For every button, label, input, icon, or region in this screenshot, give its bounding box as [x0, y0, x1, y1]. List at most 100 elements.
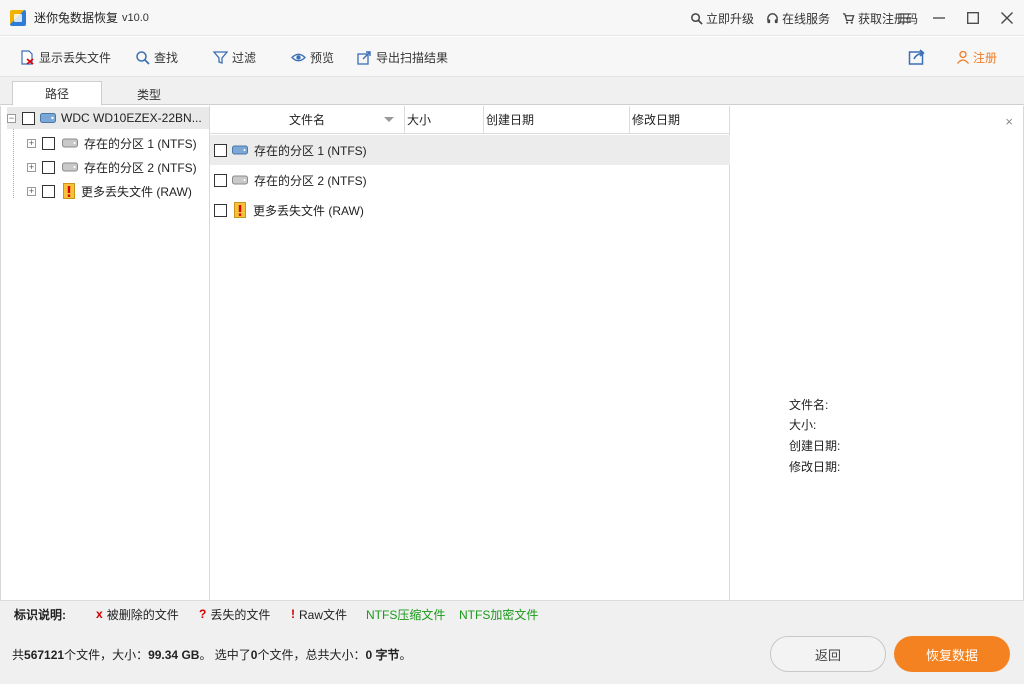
share-icon[interactable] [908, 48, 926, 66]
legend-raw-label: Raw文件 [299, 607, 348, 622]
column-header-size[interactable]: 大小 [405, 106, 484, 134]
legend-deleted-label: 被删除的文件 [106, 607, 179, 622]
eye-icon [291, 53, 306, 61]
hard-disk-icon [40, 113, 56, 123]
close-button[interactable] [990, 0, 1024, 36]
minimize-button[interactable] [922, 0, 956, 36]
title-links: 立即升级 在线服务 获取注册码 [690, 0, 918, 36]
export-icon [357, 50, 371, 65]
partition-icon [62, 162, 78, 172]
selected-size: 0 字节 [365, 648, 400, 662]
tree-item-label: 更多丢失文件 (RAW) [81, 184, 192, 199]
file-row-name: 存在的分区 2 (NTFS) [254, 173, 367, 188]
legend-ntfs-compressed: NTFS压缩文件 [366, 607, 446, 622]
collapse-icon[interactable]: − [7, 113, 16, 123]
file-row[interactable]: 存在的分区 1 (NTFS) [210, 135, 730, 165]
tree-item-checkbox[interactable] [42, 136, 55, 150]
stats-text: 个文件，大小： [64, 648, 149, 662]
close-icon [1001, 12, 1013, 24]
preview-label: 预览 [310, 50, 335, 65]
file-count: 567121 [24, 648, 65, 662]
recover-data-button[interactable]: 恢复数据 [894, 636, 1010, 672]
column-header-name-label: 文件名 [288, 113, 325, 127]
app-version: v10.0 [122, 11, 149, 24]
preview-created-label: 创建日期: [789, 439, 841, 453]
show-lost-files-label: 显示丢失文件 [39, 50, 112, 65]
partition-tree: − WDC WD10EZEX-22BN... + 存在的分区 1 (NTFS) … [0, 106, 210, 600]
deleted-mark-icon: x [96, 607, 103, 621]
window-controls [888, 0, 1024, 36]
stats-text: 。 选中了 [199, 648, 251, 662]
menu-button[interactable] [888, 0, 922, 36]
toolbar: 显示丢失文件 查找 过滤 预览 导出扫描结果 注册 [0, 37, 1024, 77]
legend-deleted: x 被删除的文件 [96, 601, 179, 627]
tree-root-disk[interactable]: − WDC WD10EZEX-22BN... [7, 107, 209, 129]
preview-panel: × 文件名: 大小: 创建日期: 修改日期: [731, 106, 1024, 600]
raw-folder-icon [234, 202, 246, 218]
upgrade-link[interactable]: 立即升级 [690, 10, 754, 27]
file-row-checkbox[interactable] [214, 173, 227, 187]
maximize-button[interactable] [956, 0, 990, 36]
legend-ntfs-encrypted: NTFS加密文件 [459, 607, 539, 622]
search-upgrade-icon [691, 12, 703, 25]
expand-icon[interactable]: + [27, 138, 36, 148]
tab-bar: 路径 类型 [0, 77, 1024, 106]
file-row-name: 更多丢失文件 (RAW) [253, 203, 364, 218]
file-row-checkbox[interactable] [214, 203, 227, 217]
column-header-created[interactable]: 创建日期 [484, 106, 630, 134]
raw-folder-icon [63, 183, 75, 199]
preview-modified-label: 修改日期: [789, 460, 841, 474]
upgrade-label: 立即升级 [705, 11, 754, 26]
stats-text: 。 [399, 648, 412, 662]
export-scan-button[interactable]: 导出扫描结果 [357, 37, 448, 77]
filter-button[interactable]: 过滤 [213, 37, 256, 77]
legend-title: 标识说明: [14, 607, 66, 622]
online-service-label: 在线服务 [781, 11, 830, 26]
legend-lost: ? 丢失的文件 [199, 601, 270, 627]
file-row[interactable]: 存在的分区 2 (NTFS) [210, 165, 730, 195]
maximize-icon [967, 12, 979, 24]
expand-icon[interactable]: + [27, 162, 36, 172]
find-button[interactable]: 查找 [135, 37, 178, 77]
back-button[interactable]: 返回 [770, 636, 886, 672]
preview-close-button[interactable]: × [1005, 114, 1013, 129]
preview-name-label: 文件名: [789, 398, 829, 412]
search-icon [136, 50, 150, 65]
stats-text: 共 [12, 648, 25, 662]
preview-size-label: 大小: [789, 418, 817, 432]
tree-item-label: 存在的分区 1 (NTFS) [84, 136, 197, 151]
tab-path[interactable]: 路径 [12, 81, 102, 106]
column-header-modified[interactable]: 修改日期 [630, 106, 730, 134]
export-scan-label: 导出扫描结果 [376, 50, 449, 65]
preview-button[interactable]: 预览 [291, 37, 334, 77]
online-service-link[interactable]: 在线服务 [766, 10, 830, 27]
cart-icon [842, 12, 855, 24]
legend-bar: 标识说明: x 被删除的文件 ? 丢失的文件 ! Raw文件 NTFS压缩文件 … [0, 600, 1024, 626]
column-header-name[interactable]: 文件名 [210, 106, 405, 134]
tree-item-lost-files[interactable]: + 更多丢失文件 (RAW) [27, 180, 192, 202]
tree-root-checkbox[interactable] [22, 111, 35, 125]
title-bar: 迷你兔数据恢复 v10.0 立即升级 在线服务 获取注册码 [0, 0, 1024, 36]
tree-item-label: 存在的分区 2 (NTFS) [84, 160, 197, 175]
legend-lost-label: 丢失的文件 [210, 607, 271, 622]
tree-root-label: WDC WD10EZEX-22BN... [61, 111, 202, 125]
show-lost-files-button[interactable]: 显示丢失文件 [20, 37, 111, 77]
tab-type[interactable]: 类型 [104, 82, 194, 106]
tree-item-checkbox[interactable] [42, 160, 55, 174]
file-row[interactable]: 更多丢失文件 (RAW) [210, 195, 730, 225]
tree-item-partition-1[interactable]: + 存在的分区 1 (NTFS) [27, 132, 197, 154]
app-title: 迷你兔数据恢复 [34, 11, 119, 25]
partition-icon [62, 138, 78, 148]
filter-label: 过滤 [232, 50, 257, 65]
expand-icon[interactable]: + [27, 186, 36, 196]
tree-item-partition-2[interactable]: + 存在的分区 2 (NTFS) [27, 156, 197, 178]
total-size: 99.34 GB [148, 648, 200, 662]
register-button[interactable]: 注册 [956, 37, 997, 77]
tree-item-checkbox[interactable] [42, 184, 55, 198]
file-row-name: 存在的分区 1 (NTFS) [254, 143, 367, 158]
scan-stats: 共567121个文件，大小：99.34 GB。 选中了0个文件，总共大小：0 字… [12, 646, 412, 663]
file-list: 文件名 大小 创建日期 修改日期 存在的分区 1 (NTFS) 存在的分区 2 … [210, 106, 730, 600]
partition-icon [232, 175, 248, 185]
file-row-checkbox[interactable] [214, 143, 227, 157]
lost-file-icon [21, 49, 34, 65]
